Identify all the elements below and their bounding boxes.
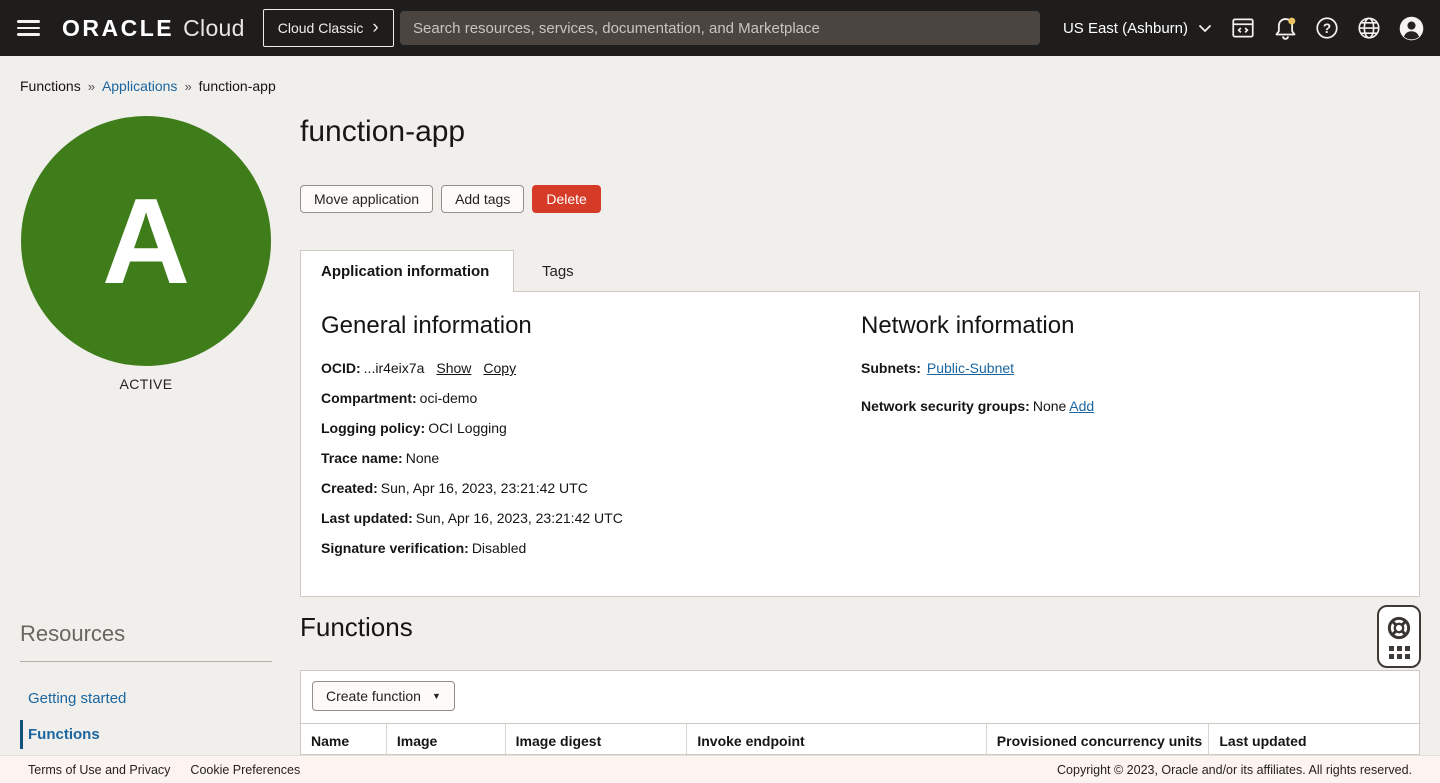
column-header-last-updated: Last updated — [1219, 733, 1307, 749]
menu-icon[interactable] — [10, 10, 46, 46]
general-information-column: General information OCID: ...ir4eix7a Show… — [321, 312, 841, 570]
breadcrumb-applications-link[interactable]: Applications — [102, 78, 178, 94]
breadcrumb: Functions » Applications » function-app — [20, 78, 276, 94]
info-label: Subnets: — [861, 360, 921, 376]
cloud-classic-button[interactable]: Cloud Classic › — [262, 9, 394, 47]
resources-divider — [20, 661, 272, 662]
info-value: OCI Logging — [428, 420, 507, 436]
info-label: Network security groups: — [861, 398, 1030, 414]
info-label: Created: — [321, 480, 378, 496]
info-value: None — [405, 450, 440, 466]
footer: Terms of Use and Privacy Cookie Preferen… — [0, 755, 1440, 783]
topbar-right-cluster: US East (Ashburn) ? — [1053, 0, 1432, 56]
info-value: Disabled — [471, 540, 527, 556]
copyright-text: Copyright © 2023, Oracle and/or its affi… — [1057, 762, 1412, 777]
svg-text:?: ? — [1323, 21, 1331, 36]
cloud-classic-label: Cloud Classic — [277, 20, 364, 36]
column-header-name: Name — [301, 724, 387, 754]
move-application-button[interactable]: Move application — [300, 185, 434, 213]
cloud-wordmark: Cloud — [183, 14, 245, 41]
info-value: ...ir4eix7a — [363, 360, 425, 376]
info-row-network-security-groups: Network security groups: None Add — [861, 398, 1401, 415]
application-information-panel: General information OCID: ...ir4eix7a Show… — [300, 291, 1420, 597]
info-row-created: Created: Sun, Apr 16, 2023, 23:21:42 UTC — [321, 480, 841, 497]
info-row-ocid: OCID: ...ir4eix7a Show Copy — [321, 360, 841, 377]
info-row-trace-name: Trace name: None — [321, 450, 841, 467]
info-label: Last updated: — [321, 510, 413, 526]
resources-nav: Getting started Functions — [20, 684, 272, 756]
search-input[interactable] — [413, 19, 1027, 37]
info-label: Compartment: — [321, 390, 417, 406]
breadcrumb-current: function-app — [198, 78, 276, 94]
info-value: Sun, Apr 16, 2023, 23:21:42 UTC — [380, 480, 588, 496]
info-row-compartment: Compartment: oci-demo — [321, 390, 841, 407]
tab-tags[interactable]: Tags — [514, 250, 602, 292]
region-selector[interactable]: US East (Ashburn) — [1053, 20, 1222, 37]
add-tags-button[interactable]: Add tags — [441, 185, 525, 213]
oracle-wordmark: ORACLE — [62, 14, 175, 41]
tab-application-information[interactable]: Application information — [300, 250, 514, 292]
breadcrumb-functions: Functions — [20, 78, 81, 94]
search-bar — [400, 11, 1040, 45]
functions-section-heading: Functions — [300, 612, 413, 642]
info-row-subnets: Subnets: Public-Subnet — [861, 360, 1401, 377]
breadcrumb-separator-icon: » — [87, 78, 95, 94]
column-header-image: Image — [387, 724, 506, 754]
info-value: Sun, Apr 16, 2023, 23:21:42 UTC — [415, 510, 623, 526]
create-function-button[interactable]: Create function ▼ — [312, 681, 455, 711]
info-label: OCID: — [321, 360, 361, 376]
code-console-icon[interactable] — [1222, 7, 1264, 49]
functions-table-header: Name Image Image digest Invoke endpoint … — [301, 723, 1419, 754]
functions-panel: Create function ▼ Name Image Image diges… — [300, 670, 1420, 755]
column-header-provisioned-concurrency-units: Provisioned concurrency units — [987, 724, 1210, 754]
oci-console-screen: ORACLE Cloud Cloud Classic › US East (As… — [0, 0, 1440, 783]
sidebar-item-functions[interactable]: Functions — [20, 720, 272, 749]
life-ring-icon — [1387, 616, 1411, 640]
help-icon[interactable]: ? — [1306, 7, 1348, 49]
network-information-heading: Network information — [861, 312, 1075, 339]
general-information-heading: General information — [321, 312, 532, 339]
ocid-copy-link[interactable]: Copy — [483, 360, 516, 376]
network-information-column: Network information Subnets: Public-Subne… — [861, 312, 1401, 428]
ocid-show-link[interactable]: Show — [436, 360, 471, 376]
subnet-link[interactable]: Public-Subnet — [927, 360, 1014, 376]
cookie-preferences-link[interactable]: Cookie Preferences — [190, 763, 300, 777]
info-row-logging-policy: Logging policy: OCI Logging — [321, 420, 841, 437]
column-header-image-digest: Image digest — [506, 724, 688, 754]
delete-button[interactable]: Delete — [532, 185, 601, 213]
info-label: Trace name: — [321, 450, 403, 466]
region-label: US East (Ashburn) — [1062, 19, 1188, 37]
app-avatar: A — [21, 116, 271, 366]
breadcrumb-separator-icon: » — [184, 78, 192, 94]
create-function-label: Create function — [326, 688, 421, 704]
user-avatar-icon[interactable] — [1390, 7, 1432, 49]
notification-badge — [1287, 17, 1295, 25]
nsg-add-link[interactable]: Add — [1069, 398, 1094, 414]
notifications-bell-icon[interactable] — [1264, 7, 1306, 49]
topbar: ORACLE Cloud Cloud Classic › US East (As… — [0, 0, 1440, 56]
column-header-invoke-endpoint: Invoke endpoint — [687, 724, 987, 754]
info-label: Logging policy: — [321, 420, 426, 436]
action-buttons: Move application Add tags Delete — [300, 185, 601, 213]
terms-link[interactable]: Terms of Use and Privacy — [28, 763, 170, 777]
language-globe-icon[interactable] — [1348, 7, 1390, 49]
grid-dots-icon — [1388, 646, 1410, 659]
page-title: function-app — [300, 115, 466, 148]
info-value: oci-demo — [419, 390, 478, 406]
info-label: Signature verification: — [321, 540, 469, 556]
sidebar-item-getting-started[interactable]: Getting started — [20, 684, 272, 713]
detail-tabs: Application information Tags — [300, 250, 602, 292]
dropdown-caret-icon: ▼ — [431, 691, 441, 701]
chevron-right-icon: › — [372, 16, 379, 38]
status-badge: ACTIVE — [119, 376, 173, 392]
oracle-cloud-logo[interactable]: ORACLE Cloud — [62, 15, 245, 42]
app-avatar-letter: A — [101, 173, 191, 309]
support-assistant-button[interactable] — [1377, 605, 1421, 668]
info-value: None — [1032, 398, 1067, 414]
chevron-down-icon — [1198, 24, 1212, 32]
resources-heading: Resources — [20, 621, 126, 646]
info-row-signature-verification: Signature verification: Disabled — [321, 540, 841, 557]
info-row-last-updated: Last updated: Sun, Apr 16, 2023, 23:21:42… — [321, 510, 841, 527]
